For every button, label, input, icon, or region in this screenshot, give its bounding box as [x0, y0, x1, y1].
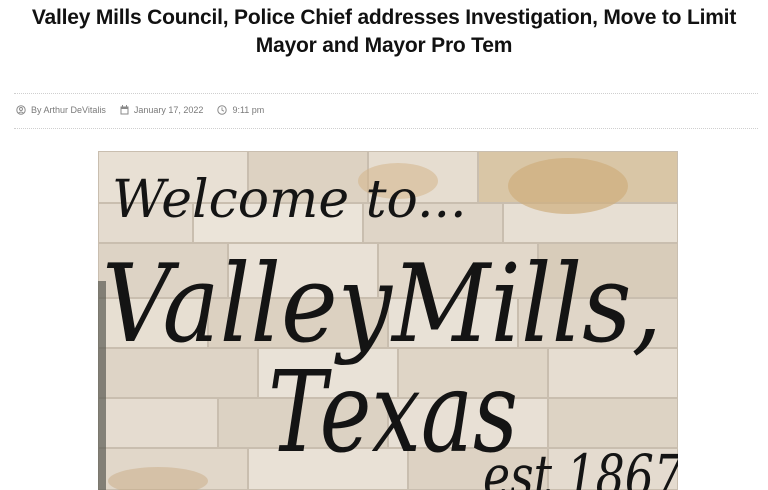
sign-line-state: Texas: [268, 348, 518, 478]
featured-image: Welcome to... ValleyMills, Texas est 186…: [98, 151, 678, 490]
publish-time: 9:11 pm: [232, 105, 265, 115]
meta-time: 9:11 pm: [217, 105, 264, 115]
author-name: By Arthur DeVitalis: [31, 105, 106, 115]
article-page: Valley Mills Council, Police Chief addre…: [0, 0, 768, 490]
meta-date: January 17, 2022: [120, 105, 204, 115]
sign-line-welcome: Welcome to...: [112, 170, 467, 230]
meta-divider-bottom: [14, 128, 758, 129]
publish-date: January 17, 2022: [133, 105, 204, 115]
meta-author[interactable]: By Arthur DeVitalis: [16, 105, 106, 115]
meta-divider-top: [14, 93, 758, 94]
clock-icon: [217, 105, 228, 115]
stone-stain: [508, 158, 628, 214]
welcome-sign-photo: Welcome to... ValleyMills, Texas est 186…: [98, 151, 678, 490]
calendar-icon: [120, 105, 129, 115]
sign-line-established: est 1867: [483, 442, 678, 490]
user-circle-icon: [16, 105, 26, 115]
article-title: Valley Mills Council, Police Chief addre…: [31, 6, 737, 57]
article-meta: By Arthur DeVitalis January 17, 2022 9:1…: [16, 102, 278, 118]
